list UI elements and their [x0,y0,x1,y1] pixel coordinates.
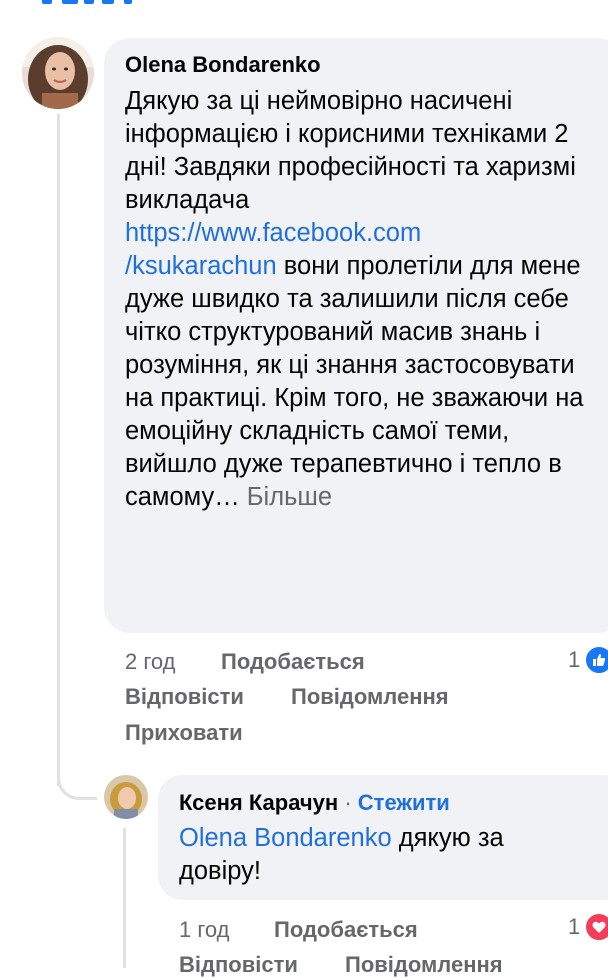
thread-line-curve [57,760,97,800]
hide-button[interactable]: Приховати [125,720,243,746]
message-button[interactable]: Повідомлення [291,684,449,710]
comment-text-body: Дякую за ці неймовірно насичені інформац… [125,87,576,214]
reply-reaction-summary[interactable]: 1 [568,912,608,942]
comment-text-continued: вони пролетіли для мене дуже швидко та з… [125,252,584,511]
heart-icon [584,912,608,942]
reply-message-button[interactable]: Повідомлення [345,952,503,978]
reaction-count: 1 [568,647,581,672]
comment-timestamp[interactable]: 2 год [125,649,175,675]
see-more-link[interactable]: Більше [240,483,332,511]
comment-text: Дякую за ці неймовірно насичені інформац… [125,85,590,514]
like-icon [584,645,608,675]
reply-timestamp[interactable]: 1 год [179,917,229,943]
avatar[interactable] [22,37,94,109]
like-button[interactable]: Подобається [221,649,365,675]
reply-text: Olena Bondarenko дякую за довіру! [179,822,579,888]
reply-like-button[interactable]: Подобається [274,917,418,943]
reply-reply-button[interactable]: Відповісти [179,952,298,978]
reply-author[interactable]: Ксеня Карачун [179,790,338,815]
reaction-summary[interactable]: 1 [568,645,608,675]
comment-author[interactable]: Olena Bondarenko [125,52,321,78]
reply-thread-line [123,828,126,968]
separator-dot: · [344,790,352,815]
reply-button[interactable]: Відповісти [125,684,244,710]
reply-avatar[interactable] [104,775,148,819]
thread-line-vertical [57,114,60,786]
reply-reaction-count: 1 [568,914,581,939]
mention-link[interactable]: Olena Bondarenko [179,824,392,852]
reply-header: Ксеня Карачун · Стежити [179,790,450,816]
follow-button[interactable]: Стежити [358,790,450,815]
clipped-previous-content [0,0,608,8]
